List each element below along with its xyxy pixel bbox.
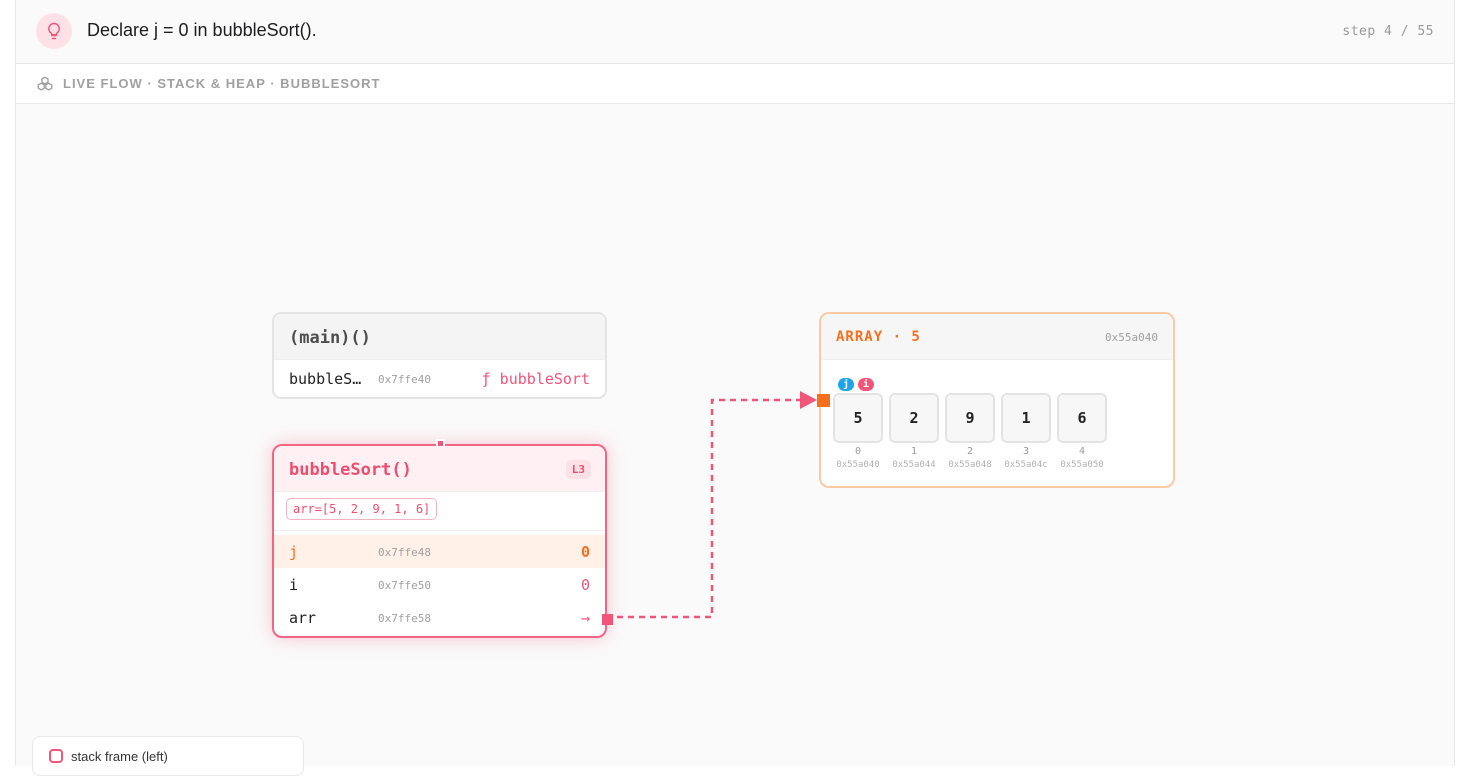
variable-name: j [289,543,299,561]
variable-value: 0 [580,576,590,594]
variable-address: 0x7ffe58 [378,612,431,625]
flow-canvas: (main)() bubbleS… 0x7ffe40 ƒ bubbleSort … [16,104,1454,776]
variable-row-i[interactable]: i 0x7ffe50 0 [274,568,605,601]
step-header: Declare j = 0 in bubbleSort(). step 4 / … [16,0,1454,64]
cell-index: 2 [966,446,974,457]
array-cell[interactable]: 2 1 0x55a044 [889,393,939,470]
variable-address: 0x7ffe48 [378,546,431,559]
variable-row-j[interactable]: j 0x7ffe48 0 [274,535,605,568]
heap-array[interactable]: ARRAY · 5 0x55a040 j i 5 0 0x55a040 2 1 … [817,312,1175,488]
cell-address: 0x55a048 [948,460,992,470]
cell-value: 2 [889,393,939,443]
variable-row-arr[interactable]: arr 0x7ffe58 → [274,601,605,634]
array-header: ARRAY · 5 0x55a040 [821,314,1173,360]
frame-title: bubbleSort() [289,460,412,480]
lightbulb-icon [36,13,72,49]
cell-index: 1 [910,446,918,457]
frame-header: (main)() [274,314,605,360]
variable-name: i [289,576,299,594]
legend-swatch [49,749,63,763]
variable-name: bubbleS… [289,370,362,388]
cell-value: 9 [945,393,995,443]
app-window: Declare j = 0 in bubbleSort(). step 4 / … [15,0,1455,776]
cell-address: 0x55a050 [1060,460,1104,470]
step-counter: step 4 / 55 [1342,24,1434,39]
array-title: ARRAY · 5 [836,329,921,345]
index-tags: j i [838,378,875,391]
arguments-row: arr=[5, 2, 9, 1, 6] [274,492,605,531]
array-cell[interactable]: 9 2 0x55a048 [945,393,995,470]
stack-frame-bubblesort[interactable]: bubbleSort() L3 arr=[5, 2, 9, 1, 6] j 0x… [272,439,613,638]
cell-value: 5 [833,393,883,443]
variable-address: 0x7ffe40 [378,373,431,386]
variable-name: arr [289,609,317,627]
variable-address: 0x7ffe50 [378,579,431,592]
variable-row[interactable]: bubbleS… 0x7ffe40 ƒ bubbleSort [274,360,605,398]
cell-index: 0 [854,446,862,457]
array-address: 0x55a040 [1105,331,1158,344]
array-cell[interactable]: 1 3 0x55a04c [1001,393,1051,470]
breadcrumb: LIVE FLOW · STACK & HEAP · BUBBLESORT [63,76,381,91]
cell-value: 1 [1001,393,1051,443]
pointer-source-handle[interactable] [602,614,613,625]
cell-address: 0x55a040 [836,460,880,470]
cubes-icon [36,75,54,98]
variable-value: ƒ bubbleSort [481,370,590,388]
array-cells: 5 0 0x55a040 2 1 0x55a044 9 2 0x55a048 1… [833,393,1107,470]
cell-index: 3 [1022,446,1030,457]
pointer-arrow-icon: → [580,609,590,627]
line-badge: L3 [565,460,591,479]
arguments-chip: arr=[5, 2, 9, 1, 6] [286,498,438,520]
pointer-connector [606,391,817,619]
pointer-target-handle[interactable] [817,394,830,407]
view-subheader: LIVE FLOW · STACK & HEAP · BUBBLESORT [16,64,1454,104]
index-tag-j: j [838,378,855,391]
frame-title: (main)() [289,328,371,348]
array-cell[interactable]: 6 4 0x55a050 [1057,393,1107,470]
stack-frame-main[interactable]: (main)() bubbleS… 0x7ffe40 ƒ bubbleSort [272,312,607,399]
index-tag-i: i [858,378,875,391]
variable-value: 0 [580,543,590,561]
cell-address: 0x55a04c [1004,460,1048,470]
step-title: Declare j = 0 in bubbleSort(). [87,20,317,40]
cell-index: 4 [1078,446,1086,457]
cell-address: 0x55a044 [892,460,936,470]
cell-value: 6 [1057,393,1107,443]
frame-header: bubbleSort() L3 [274,446,605,492]
legend-label: stack frame (left) [71,749,168,764]
legend: stack frame (left) [32,736,304,776]
array-cell[interactable]: 5 0 0x55a040 [833,393,883,470]
